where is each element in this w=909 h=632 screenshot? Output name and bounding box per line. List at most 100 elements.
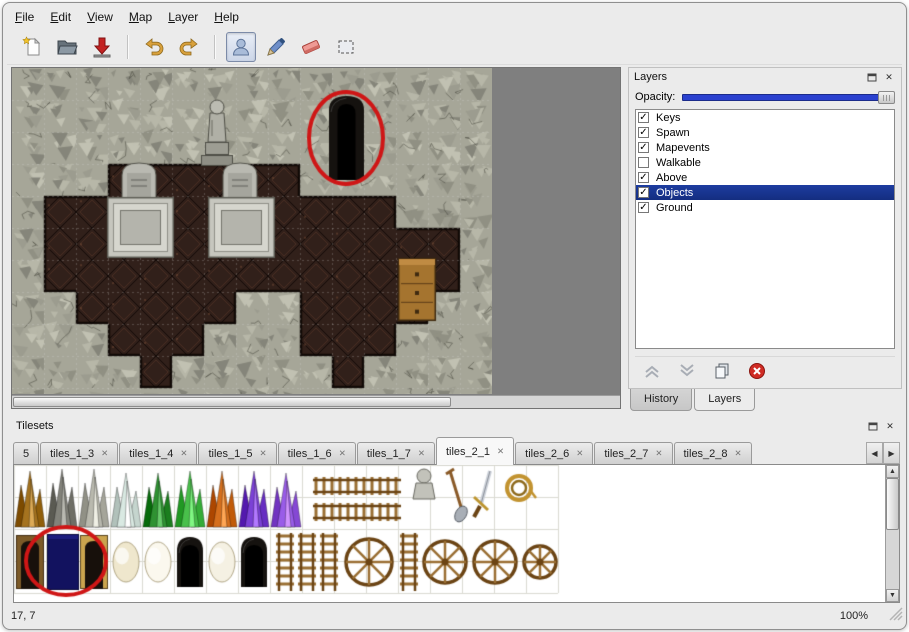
tab-close-icon[interactable]: ✕ [655, 448, 662, 459]
tileset-tab-label: tiles_2_1 [446, 446, 490, 458]
move-layer-up-button[interactable] [641, 360, 663, 382]
fill-button[interactable] [261, 32, 291, 62]
tileset-tab-tiles_2_8[interactable]: tiles_2_8 ✕ [674, 442, 752, 464]
tab-close-icon[interactable]: ✕ [101, 448, 108, 459]
redo-button[interactable] [174, 32, 204, 62]
fill-tool-icon [265, 36, 287, 58]
menu-item-view[interactable]: View [79, 7, 121, 27]
tileset-tab-bar: 5tiles_1_3✕tiles_1_4✕tiles_1_5✕tiles_1_6… [13, 437, 900, 464]
opacity-slider-track [682, 94, 895, 101]
scroll-up-button[interactable]: ▲ [886, 465, 899, 478]
tilesets-panel-title: Tilesets [16, 420, 863, 432]
layer-label: Mapevents [656, 142, 710, 154]
stamp-button[interactable] [226, 32, 256, 62]
panel-tab-layers[interactable]: Layers [694, 389, 755, 411]
tileset-tab-tiles_2_7[interactable]: tiles_2_7✕ [594, 442, 672, 464]
layer-row-spawn[interactable]: ✓Spawn [636, 125, 894, 140]
tab-close-icon[interactable]: ✕ [260, 448, 267, 459]
layer-visibility-checkbox[interactable] [638, 157, 649, 168]
tileset-content: ▲ ▼ [13, 464, 900, 603]
detach-panel-icon [868, 421, 878, 431]
tileset-vscroll-thumb[interactable] [886, 478, 899, 530]
open-button[interactable] [52, 32, 82, 62]
menu-item-layer[interactable]: Layer [160, 7, 206, 27]
tab-close-icon[interactable]: ✕ [339, 448, 346, 459]
menu-item-file[interactable]: File [7, 7, 42, 27]
layer-visibility-checkbox[interactable]: ✓ [638, 112, 649, 123]
layer-visibility-checkbox[interactable]: ✓ [638, 142, 649, 153]
tileset-tab-label: tiles_1_4 [129, 448, 173, 460]
undo-button[interactable] [139, 32, 169, 62]
layer-list: ✓Keys✓Spawn✓MapeventsWalkable✓Above✓Obje… [635, 109, 895, 349]
map-hscroll-thumb[interactable] [13, 397, 451, 407]
map-horizontal-scrollbar[interactable] [12, 395, 620, 408]
save-button[interactable] [87, 32, 117, 62]
layer-row-above[interactable]: ✓Above [636, 170, 894, 185]
layer-visibility-checkbox[interactable]: ✓ [638, 172, 649, 183]
tilesets-detach-button[interactable] [866, 419, 880, 433]
opacity-slider-handle[interactable] [878, 91, 895, 104]
layer-row-keys[interactable]: ✓ Keys [636, 110, 894, 125]
tab-close-icon[interactable]: ✕ [735, 448, 742, 459]
layer-row-walkable[interactable]: Walkable [636, 155, 894, 170]
scroll-tabs-left-button[interactable]: ◀ [866, 442, 883, 464]
layer-visibility-checkbox[interactable]: ✓ [638, 202, 649, 213]
tilesets-close-button[interactable]: ✕ [883, 419, 897, 433]
tab-close-icon[interactable]: ✕ [418, 448, 425, 459]
delete-layer-button[interactable] [746, 360, 768, 382]
scroll-down-button[interactable]: ▼ [886, 589, 899, 602]
tileset-canvas[interactable] [14, 465, 885, 602]
layer-label: Objects [656, 187, 693, 199]
resize-grip[interactable] [889, 607, 903, 626]
eraser-button[interactable] [296, 32, 326, 62]
toolbar [7, 29, 902, 65]
layers-close-button[interactable]: ✕ [882, 70, 896, 84]
tileset-tab-tiles_1_3[interactable]: tiles_1_3✕ [40, 442, 118, 464]
tileset-vertical-scrollbar[interactable]: ▲ ▼ [885, 465, 899, 602]
tileset-tab-tiles_1_6[interactable]: tiles_1_6✕ [278, 442, 356, 464]
tileset-tab-tiles_1_7[interactable]: tiles_1_7 ✕ [357, 442, 435, 464]
layer-visibility-checkbox[interactable]: ✓ [638, 127, 649, 138]
map-canvas[interactable] [12, 68, 492, 394]
tileset-tab-5[interactable]: 5 [13, 442, 39, 464]
tileset-tab-label: tiles_2_8 [684, 448, 728, 460]
selection-tool-icon [335, 36, 357, 58]
stamp-tool-icon [230, 36, 252, 58]
layers-detach-button[interactable] [865, 70, 879, 84]
layer-label: Keys [656, 112, 680, 124]
move-down-icon [677, 361, 697, 381]
opacity-slider[interactable] [682, 90, 895, 105]
tileset-tab-label: 5 [23, 448, 29, 460]
tileset-tab-tiles_1_5[interactable]: tiles_1_5✕ [198, 442, 276, 464]
tab-close-icon[interactable]: ✕ [180, 448, 187, 459]
duplicate-layer-button[interactable] [711, 360, 733, 382]
scroll-tabs-right-button[interactable]: ▶ [883, 442, 900, 464]
new-button[interactable] [17, 32, 47, 62]
save-icon [91, 36, 113, 58]
layers-dock-box: Layers ✕ Opacity: ✓Keys✓Spawn✓MapeventsW… [628, 67, 902, 389]
layer-row-ground[interactable]: ✓Ground [636, 200, 894, 215]
delete-layer-icon [747, 361, 767, 381]
tileset-tab-label: tiles_1_7 [367, 448, 411, 460]
menu-bar: FileEditViewMapLayerHelp [7, 6, 902, 28]
tab-close-icon[interactable]: ✕ [576, 448, 583, 459]
tileset-tab-tiles_2_6[interactable]: tiles_2_6 ✕ [515, 442, 593, 464]
layer-visibility-checkbox[interactable]: ✓ [638, 187, 649, 198]
tab-scroll-buttons: ◀ ▶ [866, 442, 900, 464]
menu-item-map[interactable]: Map [121, 7, 160, 27]
tileset-tab-tiles_1_4[interactable]: tiles_1_4 ✕ [119, 442, 197, 464]
menu-item-edit[interactable]: Edit [42, 7, 79, 27]
undo-icon [143, 36, 165, 58]
open-folder-icon [56, 36, 78, 58]
menu-item-help[interactable]: Help [206, 7, 247, 27]
tab-close-icon[interactable]: ✕ [497, 446, 504, 457]
tileset-tab-label: tiles_2_6 [525, 448, 569, 460]
move-layer-down-button[interactable] [676, 360, 698, 382]
tileset-tab-tiles_2_1[interactable]: tiles_2_1 ✕ [436, 437, 514, 465]
layer-row-mapevents[interactable]: ✓ Mapevents [636, 140, 894, 155]
duplicate-layer-icon [712, 361, 732, 381]
select-button[interactable] [331, 32, 361, 62]
panel-tab-history[interactable]: History [630, 389, 692, 411]
layer-row-objects[interactable]: ✓ Objects [636, 185, 894, 200]
zoom-level: 100% [840, 610, 868, 622]
